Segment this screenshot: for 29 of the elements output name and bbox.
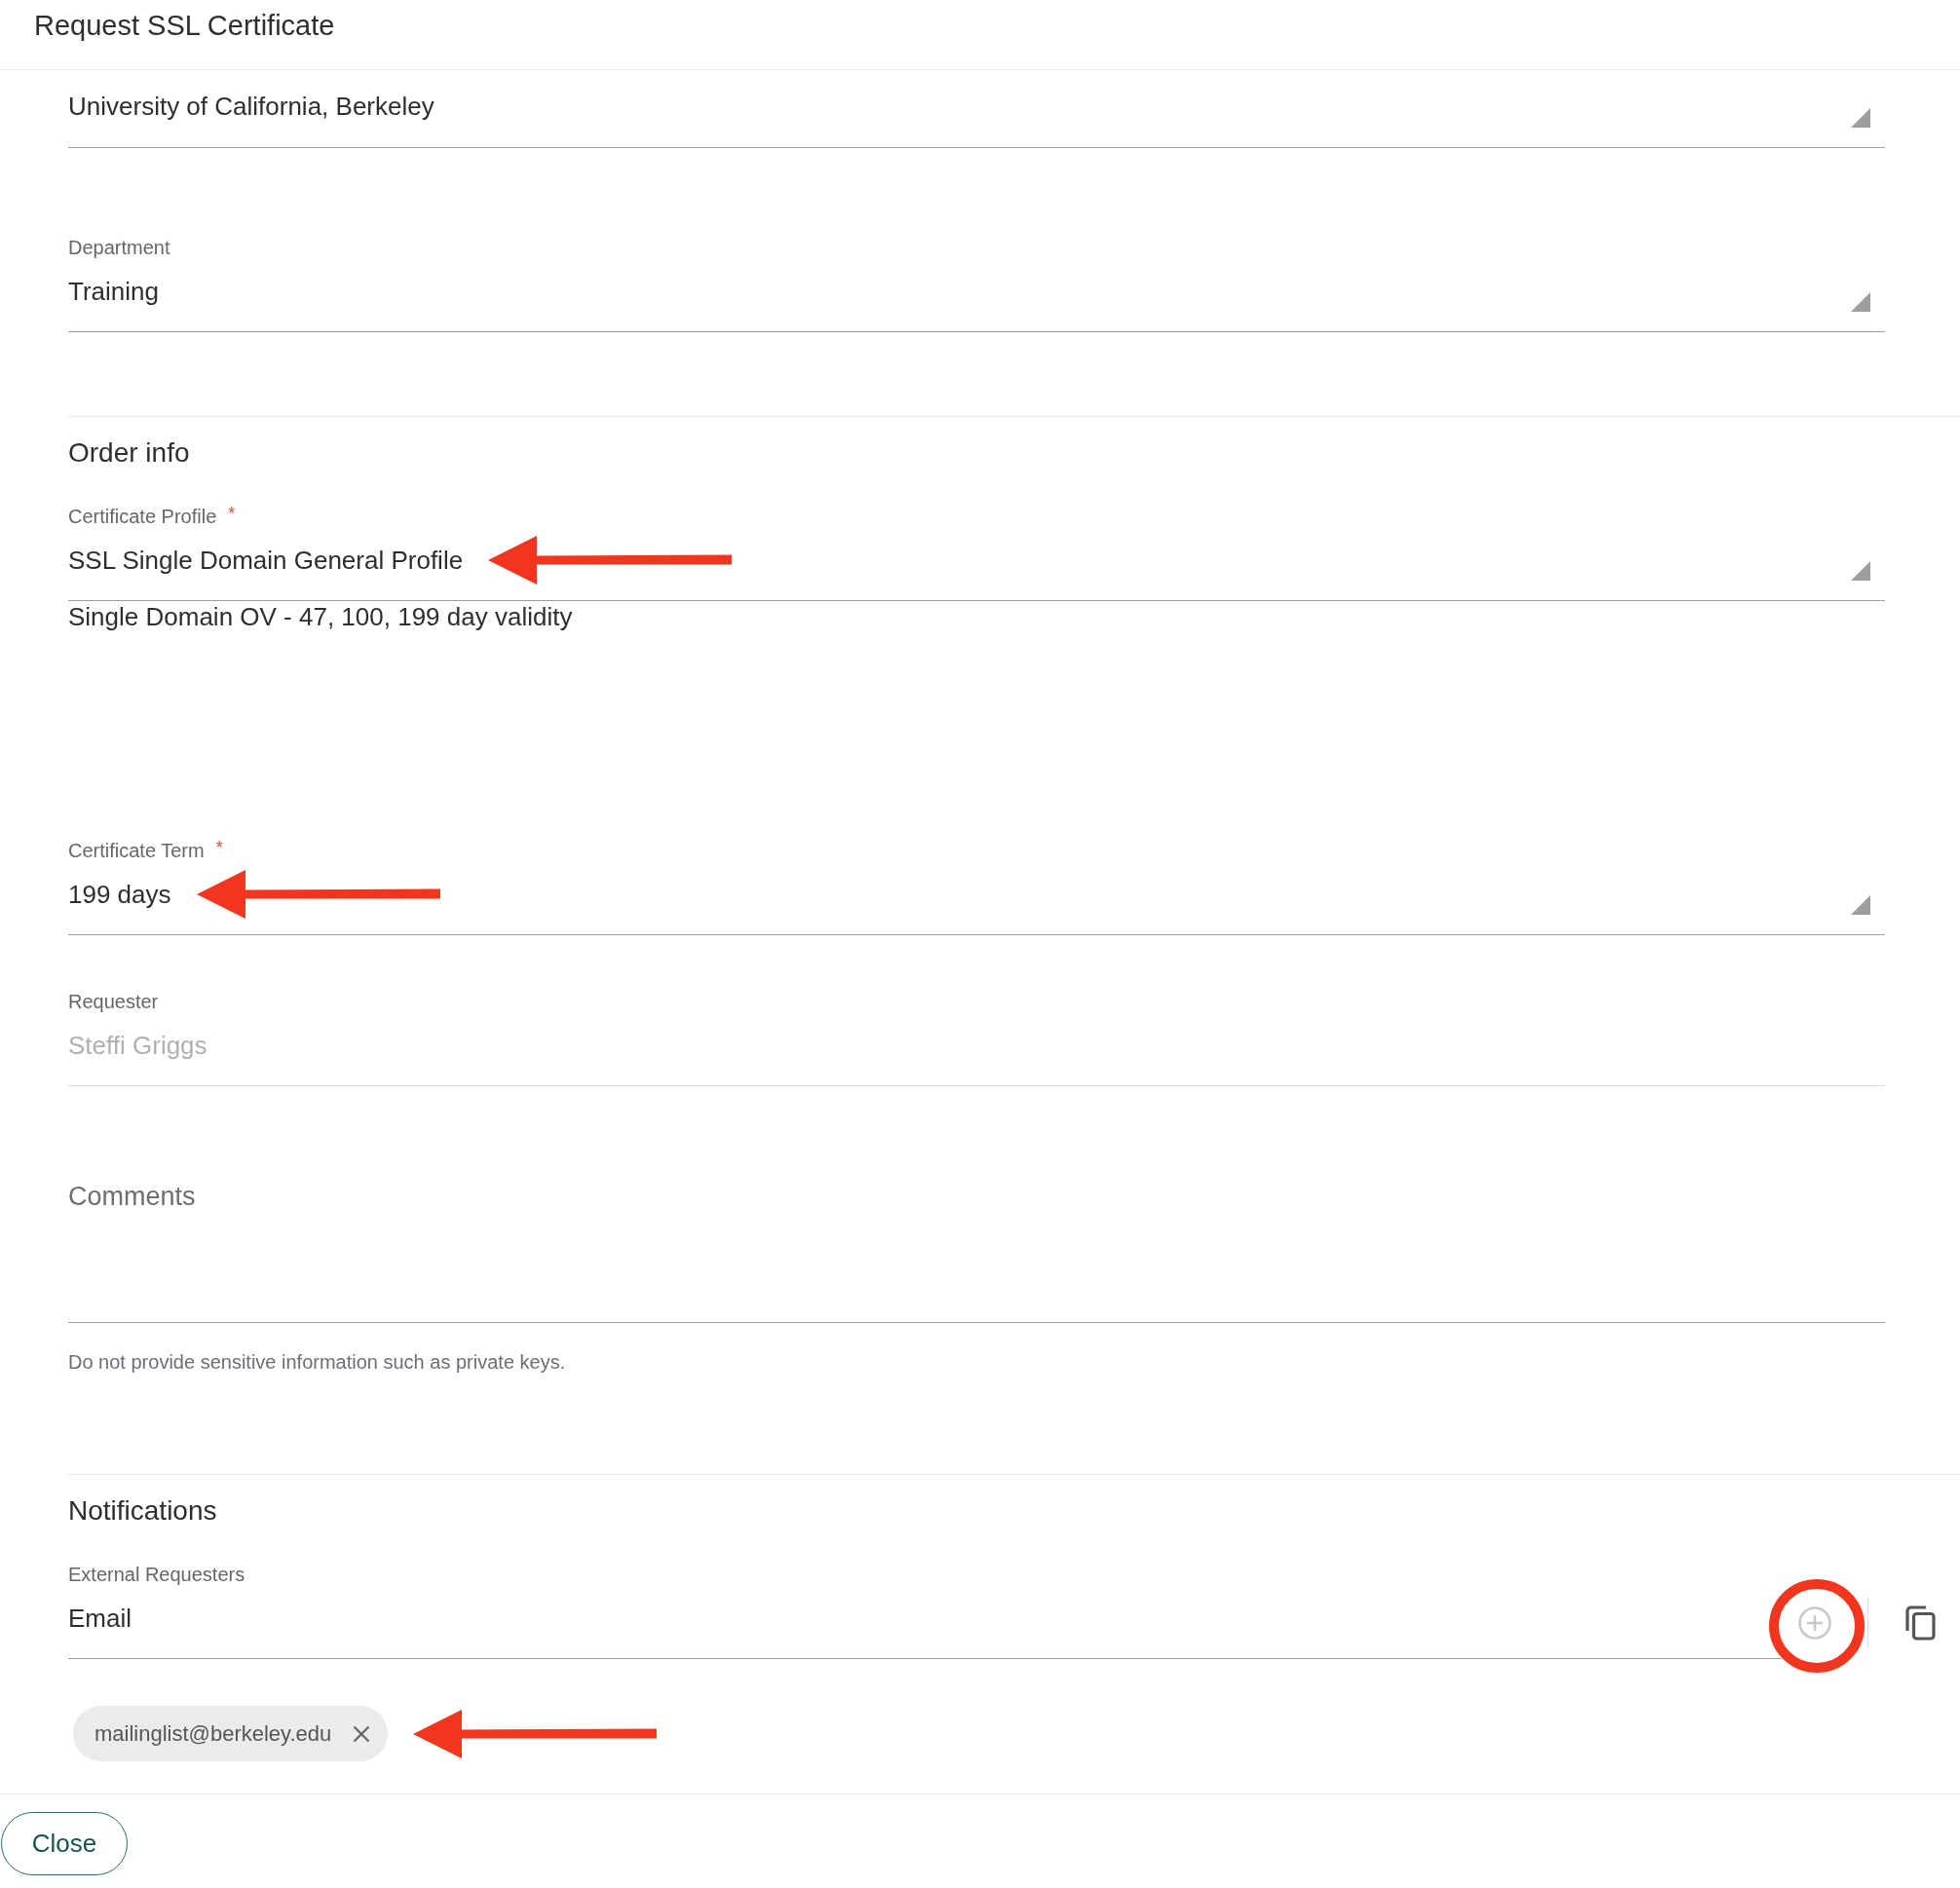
field-label: Requester bbox=[68, 990, 159, 1013]
copy-button[interactable] bbox=[1904, 1605, 1936, 1641]
field-label: External Requesters bbox=[68, 1563, 245, 1586]
select-field[interactable]: University of California, Berkeley bbox=[68, 70, 1885, 148]
dropdown-triangle-icon bbox=[1851, 108, 1870, 128]
dialog-title: Request SSL Certificate bbox=[34, 9, 335, 43]
field-label: Certificate Term bbox=[68, 839, 205, 862]
close-icon bbox=[353, 1724, 371, 1743]
select-field[interactable]: Training bbox=[68, 259, 1885, 332]
dropdown-triangle-icon bbox=[1851, 292, 1870, 312]
field-label: Certificate Profile bbox=[68, 505, 217, 528]
dropdown-triangle-icon bbox=[1851, 895, 1870, 915]
section-title: Notifications bbox=[68, 1494, 217, 1528]
comments-field[interactable]: Comments bbox=[68, 1148, 1885, 1323]
plus-circle-icon bbox=[1798, 1605, 1831, 1640]
chip-label: mailinglist@berkeley.edu bbox=[94, 1719, 332, 1748]
remove-button[interactable] bbox=[353, 1724, 371, 1743]
section-title: Order info bbox=[68, 436, 190, 470]
select-field[interactable]: SSL Single Domain General Profile bbox=[68, 528, 1885, 601]
profile-description: Single Domain OV - 47, 100, 199 day validity bbox=[68, 601, 574, 632]
email-field[interactable]: Email bbox=[68, 1586, 1782, 1659]
select-field[interactable]: 199 days bbox=[68, 862, 1885, 935]
field-label: Department bbox=[68, 236, 170, 259]
dropdown-triangle-icon bbox=[1851, 561, 1870, 581]
helper-text: Do not provide sensitive information such as private keys. bbox=[68, 1350, 567, 1374]
copy-icon bbox=[1904, 1605, 1936, 1641]
required-asterisk: * bbox=[228, 505, 236, 522]
required-asterisk: * bbox=[215, 839, 223, 856]
text-field: Steffi Griggs bbox=[68, 1013, 1885, 1086]
